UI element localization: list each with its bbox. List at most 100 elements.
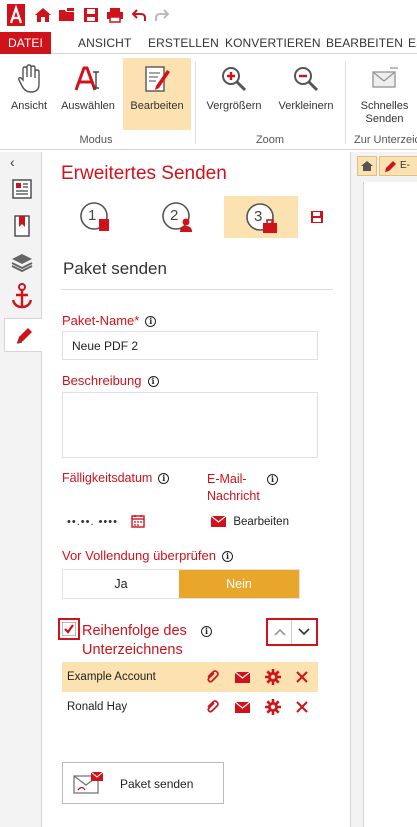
pen-icon <box>16 328 32 344</box>
envelope-icon[interactable] <box>235 702 250 713</box>
redo-icon[interactable] <box>153 6 171 24</box>
tab-konvertieren[interactable]: KONVERTIEREN <box>225 32 321 54</box>
chevron-up-icon <box>273 628 286 636</box>
zoom-in-button[interactable]: Vergrößern <box>200 58 268 130</box>
anchor-icon[interactable] <box>10 283 34 309</box>
step-3-number: 3 <box>254 208 263 225</box>
app-logo-icon[interactable] <box>6 4 26 26</box>
gear-icon[interactable] <box>265 699 281 715</box>
tab-bearbeiten[interactable]: BEARBEITEN <box>326 32 403 54</box>
paket-name-input[interactable]: Neue PDF 2 <box>62 331 318 360</box>
signer-name: Ronald Hay <box>67 701 128 713</box>
faelligkeit-label-row: Fälligkeitsdatum i <box>62 471 170 485</box>
ribbon: Ansicht Auswählen Bearbeiten Modus Vergr… <box>0 54 417 150</box>
zoom-in-label: Vergrößern <box>206 100 262 112</box>
tab-overflow[interactable]: ES <box>408 32 417 54</box>
group-separator <box>195 62 196 144</box>
info-icon[interactable]: i <box>145 316 157 327</box>
schnelles-senden-label: Schnelles Senden <box>352 100 417 126</box>
faelligkeit-label: Fälligkeitsdatum <box>62 471 153 485</box>
toggle-nein-button[interactable]: Nein <box>179 570 299 598</box>
section-title: Paket senden <box>63 259 167 278</box>
paket-name-value: Neue PDF 2 <box>72 339 139 353</box>
envelope-icon[interactable] <box>235 672 250 683</box>
schnelles-senden-button[interactable]: Schnelles Senden <box>352 58 417 130</box>
zoom-in-icon <box>217 62 251 96</box>
vor-vollendung-label-row: Vor Vollendung überprüfen i <box>62 548 233 563</box>
email-label-line1: E-Mail- <box>207 472 247 486</box>
document-area: E- <box>350 152 417 827</box>
reihenfolge-checkbox[interactable] <box>58 618 80 640</box>
signer-row[interactable]: Example Account <box>62 662 318 692</box>
panel-title: Erweitertes Senden <box>61 163 227 184</box>
paket-senden-button[interactable]: Paket senden <box>62 762 224 804</box>
info-icon[interactable]: i <box>147 376 159 387</box>
info-icon[interactable]: i <box>267 474 278 485</box>
paket-senden-label: Paket senden <box>120 777 194 791</box>
bookmark-panel-icon[interactable] <box>10 214 34 238</box>
email-edit-link[interactable]: Bearbeiten <box>210 514 289 528</box>
document-page[interactable] <box>363 182 417 827</box>
doc-home-button[interactable] <box>357 156 377 176</box>
undo-icon[interactable] <box>130 6 148 24</box>
tab-erstellen[interactable]: ERSTELLEN <box>148 32 219 54</box>
edit-document-icon <box>140 62 174 96</box>
info-icon[interactable]: i <box>221 551 233 562</box>
ansicht-mode-button[interactable]: Ansicht <box>4 58 54 130</box>
modus-group-label: Modus <box>79 134 113 146</box>
move-down-button[interactable] <box>292 620 316 644</box>
signing-panel-tab[interactable] <box>4 318 42 352</box>
tab-ansicht[interactable]: ANSICHT <box>78 32 131 54</box>
ribbon-tabs: DATEI ANSICHT ERSTELLEN KONVERTIEREN BEA… <box>0 32 417 54</box>
faelligkeit-date-field[interactable]: ••.••. •••• <box>67 516 118 528</box>
pages-panel-icon[interactable] <box>10 177 34 201</box>
email-label-block: E-Mail- Nachricht <box>207 471 260 505</box>
beschreibung-label: Beschreibung <box>62 373 142 388</box>
bearbeiten-mode-button[interactable]: Bearbeiten <box>123 58 191 130</box>
section-divider <box>61 289 333 290</box>
save-package-icon[interactable] <box>310 210 324 224</box>
side-rail: ‹ <box>0 152 42 827</box>
save-icon[interactable] <box>82 6 100 24</box>
schnelles-senden-line1: Schnelles <box>360 100 409 112</box>
step-1-number: 1 <box>88 207 97 224</box>
vor-vollendung-toggle: Ja Nein <box>62 569 300 599</box>
print-icon[interactable] <box>106 6 124 24</box>
beschreibung-label-row: Beschreibung i <box>62 373 159 388</box>
info-icon[interactable]: i <box>201 626 212 637</box>
toggle-ja-button[interactable]: Ja <box>63 570 179 598</box>
attachment-icon[interactable] <box>205 670 219 684</box>
step-3-button[interactable]: 3 <box>224 196 298 238</box>
step-2-button[interactable]: 2 <box>160 198 196 234</box>
paket-name-label: Paket-Name <box>62 313 135 328</box>
unterzeichnung-group-label: Zur Unterzeic <box>354 134 417 146</box>
move-up-button[interactable] <box>268 620 292 644</box>
beschreibung-textarea[interactable] <box>62 392 318 458</box>
email-edit-label: Bearbeiten <box>233 516 289 528</box>
bearbeiten-label: Bearbeiten <box>130 100 184 112</box>
calendar-icon[interactable] <box>131 514 145 528</box>
quick-access-toolbar <box>0 0 417 30</box>
auswaehlen-mode-button[interactable]: Auswählen <box>58 58 118 130</box>
info-icon[interactable]: i <box>158 473 170 484</box>
remove-icon[interactable] <box>296 671 308 683</box>
doc-signing-tab[interactable]: E- <box>379 156 417 176</box>
reihenfolge-label: Reihenfolge des Unterzeichnens <box>82 622 187 660</box>
remove-icon[interactable] <box>296 701 308 713</box>
required-mark: * <box>134 313 140 328</box>
schnelles-senden-line2: Senden <box>365 113 404 125</box>
send-mail-icon <box>368 62 402 96</box>
step-2-number: 2 <box>170 207 179 224</box>
signer-row[interactable]: Ronald Hay <box>62 692 318 722</box>
email-label-line2: Nachricht <box>207 489 260 503</box>
open-folder-icon[interactable] <box>58 6 76 24</box>
home-icon[interactable] <box>34 6 52 24</box>
collapse-chevron-icon[interactable]: ‹ <box>10 154 15 170</box>
step-1-button[interactable]: 1 <box>78 198 114 234</box>
zoom-out-button[interactable]: Verkleinern <box>271 58 341 130</box>
tab-datei[interactable]: DATEI <box>0 32 51 54</box>
layers-panel-icon[interactable] <box>10 250 34 274</box>
text-select-icon <box>71 62 105 96</box>
gear-icon[interactable] <box>265 669 281 685</box>
attachment-icon[interactable] <box>205 700 219 714</box>
